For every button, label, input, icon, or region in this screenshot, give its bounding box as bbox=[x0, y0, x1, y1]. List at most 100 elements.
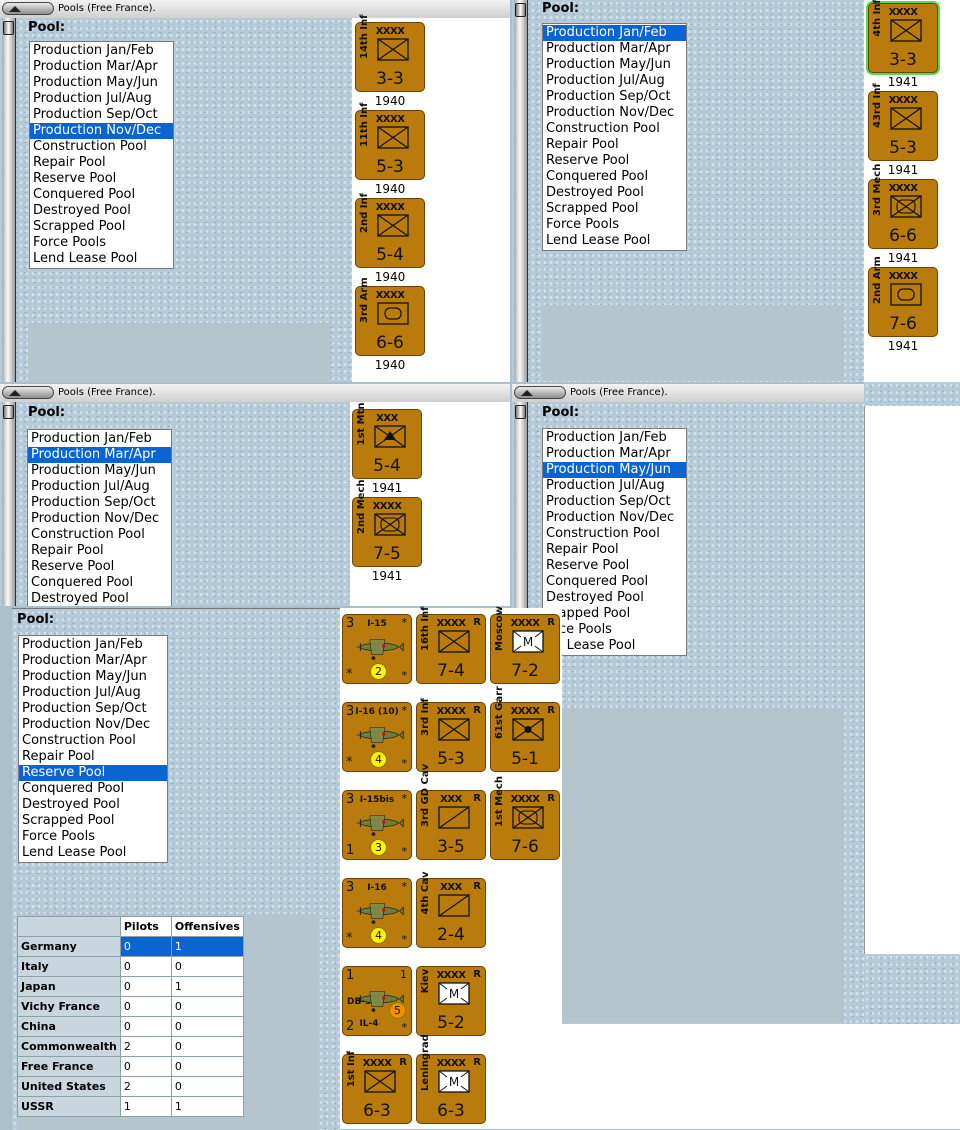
table-row[interactable]: Germany 0 1 bbox=[17, 936, 244, 957]
list-item[interactable]: Production Mar/Apr bbox=[543, 41, 686, 57]
offensives-cell[interactable]: 1 bbox=[170, 976, 244, 997]
list-item[interactable]: orce Pools bbox=[543, 622, 686, 638]
pilots-cell[interactable]: 0 bbox=[119, 936, 172, 957]
pilots-cell[interactable]: 2 bbox=[119, 1076, 172, 1097]
list-item[interactable]: Conquered Pool bbox=[19, 781, 167, 797]
list-item[interactable]: Construction Pool bbox=[30, 139, 173, 155]
unit-counter[interactable]: XXXX 14th Inf 3-3 bbox=[355, 15, 425, 92]
list-item[interactable]: Production May/Jun bbox=[28, 463, 171, 479]
pilots-cell[interactable]: 0 bbox=[119, 1056, 172, 1077]
unit-counter[interactable]: XXXX 11th Inf 5-3 bbox=[355, 103, 425, 180]
list-item[interactable]: Production Mar/Apr bbox=[28, 447, 171, 463]
list-item[interactable]: Conquered Pool bbox=[543, 169, 686, 185]
list-item[interactable]: Lend Lease Pool bbox=[19, 845, 167, 861]
window-titlebar-mid-right[interactable]: Pools (Free France). bbox=[512, 384, 864, 403]
list-item[interactable]: Production Jan/Feb bbox=[543, 430, 686, 446]
scrollbar[interactable] bbox=[2, 18, 16, 382]
list-item[interactable]: Production Jul/Aug bbox=[19, 685, 167, 701]
scroll-thumb[interactable] bbox=[515, 3, 526, 17]
scroll-thumb[interactable] bbox=[3, 21, 14, 35]
list-item[interactable]: Repair Pool bbox=[28, 543, 171, 559]
list-item[interactable]: Production Mar/Apr bbox=[19, 653, 167, 669]
offensives-cell[interactable]: 1 bbox=[170, 936, 244, 957]
list-item[interactable]: Force Pools bbox=[30, 235, 173, 251]
list-item[interactable]: Conquered Pool bbox=[28, 575, 171, 591]
table-row[interactable]: United States 2 0 bbox=[17, 1076, 244, 1097]
list-item[interactable]: nd Lease Pool bbox=[543, 638, 686, 654]
collapse-icon[interactable] bbox=[2, 386, 54, 399]
list-item[interactable]: Destroyed Pool bbox=[28, 591, 171, 606]
pilots-cell[interactable]: 1 bbox=[119, 1096, 172, 1117]
list-item[interactable]: Reserve Pool bbox=[30, 171, 173, 187]
list-item[interactable]: Production Sep/Oct bbox=[543, 494, 686, 510]
window-titlebar-top-left[interactable]: Pools (Free France). bbox=[0, 0, 510, 19]
list-item[interactable]: Production Mar/Apr bbox=[30, 59, 173, 75]
unit-counter[interactable]: XXXX 3rd Inf 5-3 R bbox=[416, 698, 486, 772]
list-item[interactable]: Destroyed Pool bbox=[19, 797, 167, 813]
list-item[interactable]: Force Pools bbox=[19, 829, 167, 845]
air-unit-counter[interactable]: 3 * * * I-16 (10) 4 bbox=[342, 702, 412, 772]
pilots-cell[interactable]: 0 bbox=[119, 996, 172, 1017]
unit-counter[interactable]: XXXX 1st Inf 6-3 R bbox=[342, 1051, 412, 1124]
list-item[interactable]: Production Sep/Oct bbox=[543, 89, 686, 105]
scrollbar[interactable] bbox=[514, 402, 528, 608]
unit-counter[interactable]: XXXX Leningrad M 6-3 R bbox=[416, 1034, 486, 1124]
list-item[interactable]: Production Jan/Feb bbox=[30, 43, 173, 59]
unit-counter[interactable]: XXXX 61st Garr 5-1 R bbox=[490, 686, 560, 772]
list-item[interactable]: Production May/Jun bbox=[30, 75, 173, 91]
list-item[interactable]: Production Mar/Apr bbox=[543, 446, 686, 462]
offensives-cell[interactable]: 0 bbox=[170, 996, 244, 1017]
offensives-cell[interactable]: 0 bbox=[170, 956, 244, 977]
list-item[interactable]: Reserve Pool bbox=[19, 765, 167, 781]
air-unit-counter[interactable]: 3 * * * I-15 2 bbox=[342, 614, 412, 684]
scroll-thumb[interactable] bbox=[3, 405, 14, 419]
air-unit-counter[interactable]: 3 * * * I-16 4 bbox=[342, 878, 412, 948]
list-item[interactable]: Destroyed Pool bbox=[543, 185, 686, 201]
scrollbar[interactable] bbox=[514, 0, 528, 382]
list-item[interactable]: Production Sep/Oct bbox=[28, 495, 171, 511]
list-item[interactable]: Lend Lease Pool bbox=[543, 233, 686, 249]
table-row[interactable]: Commonwealth 2 0 bbox=[17, 1036, 244, 1057]
air-unit-counter[interactable]: 3 * 1 * I-15bis 3 bbox=[342, 790, 412, 860]
table-row[interactable]: Italy 0 0 bbox=[17, 956, 244, 977]
unit-counter[interactable]: XXXX 2nd Inf 5-4 bbox=[355, 193, 425, 268]
list-item[interactable]: Scrapped Pool bbox=[30, 219, 173, 235]
unit-counter[interactable]: XXXX 3rd Arm 6-6 bbox=[355, 277, 425, 356]
list-item[interactable]: Repair Pool bbox=[543, 542, 686, 558]
table-row[interactable]: Japan 0 1 bbox=[17, 976, 244, 997]
pool-list[interactable]: Production Jan/Feb Production Mar/Apr Prod… bbox=[29, 41, 174, 269]
offensives-cell[interactable]: 0 bbox=[170, 1056, 244, 1077]
list-item[interactable]: Construction Pool bbox=[19, 733, 167, 749]
list-item[interactable]: Scrapped Pool bbox=[543, 201, 686, 217]
list-item[interactable]: Lend Lease Pool bbox=[30, 251, 173, 267]
list-item[interactable]: Production Nov/Dec bbox=[543, 510, 686, 526]
list-item[interactable]: Production Jan/Feb bbox=[28, 431, 171, 447]
unit-counter[interactable]: XXXX 3rd Mech 6-6 bbox=[868, 164, 938, 249]
list-item[interactable]: Reserve Pool bbox=[543, 153, 686, 169]
scrollbar[interactable] bbox=[2, 402, 16, 606]
unit-counter[interactable]: XXXX 2nd Mech 7-5 bbox=[352, 480, 422, 567]
list-item[interactable]: Repair Pool bbox=[543, 137, 686, 153]
pilots-cell[interactable]: 0 bbox=[119, 1016, 172, 1037]
list-item[interactable]: Production Jul/Aug bbox=[543, 478, 686, 494]
window-titlebar-mid-left[interactable]: Pools (Free France). bbox=[0, 384, 510, 403]
pilots-cell[interactable]: 0 bbox=[119, 956, 172, 977]
list-item[interactable]: Repair Pool bbox=[30, 155, 173, 171]
pilots-cell[interactable]: 2 bbox=[119, 1036, 172, 1057]
list-item[interactable]: Construction Pool bbox=[543, 526, 686, 542]
unit-counter[interactable]: XXX 3rd GD Cav 3-5 R bbox=[416, 764, 486, 860]
list-item[interactable]: Production May/Jun bbox=[543, 462, 686, 478]
list-item[interactable]: Production Nov/Dec bbox=[19, 717, 167, 733]
unit-counter[interactable]: XXX 4th Cav 2-4 R bbox=[416, 872, 486, 948]
list-item[interactable]: Production May/Jun bbox=[19, 669, 167, 685]
pool-list[interactable]: Production Jan/Feb Production Mar/Apr Prod… bbox=[18, 635, 168, 863]
unit-counter[interactable]: XXXX 43rd Inf 5-3 bbox=[868, 83, 938, 161]
offensives-cell[interactable]: 0 bbox=[170, 1036, 244, 1057]
unit-counter[interactable]: XXX 1st Mtn 5-4 bbox=[352, 402, 422, 479]
air-unit-counter[interactable]: 1 1 2 * DB-3 IL-4 5 bbox=[342, 966, 412, 1036]
list-item[interactable]: Production Sep/Oct bbox=[19, 701, 167, 717]
table-row[interactable]: China 0 0 bbox=[17, 1016, 244, 1037]
list-item[interactable]: Production Jan/Feb bbox=[543, 25, 686, 41]
list-item[interactable]: Destroyed Pool bbox=[30, 203, 173, 219]
offensives-cell[interactable]: 1 bbox=[170, 1096, 244, 1117]
